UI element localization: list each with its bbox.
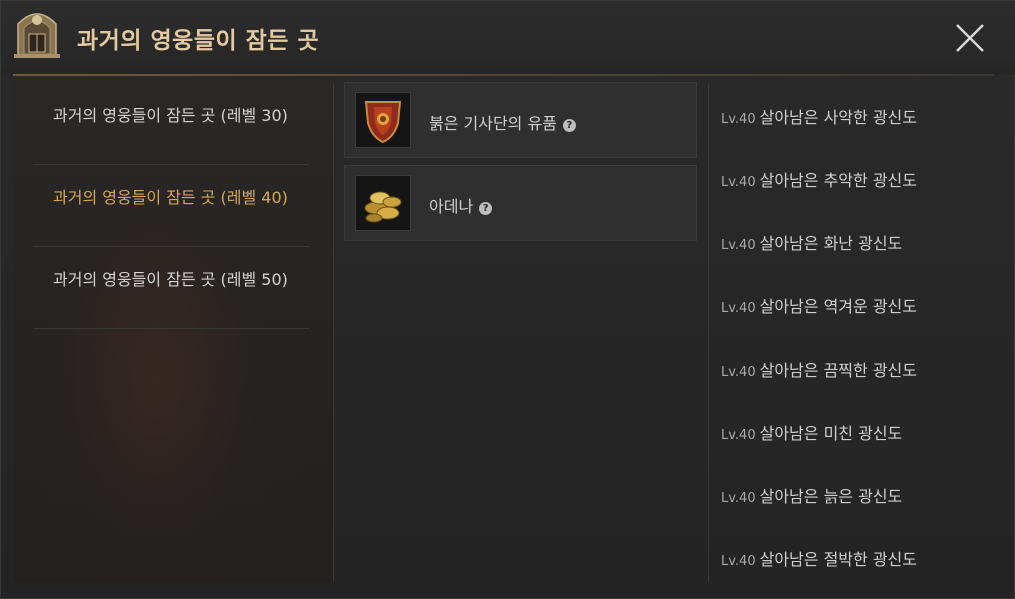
monster-name: 살아남은 화난 광신도: [759, 234, 903, 253]
close-icon[interactable]: [953, 21, 987, 55]
monster-entry: Lv.40 살아남은 끔찍한 광신도: [721, 357, 1001, 381]
monster-entry: Lv.40 살아남은 늙은 광신도: [721, 483, 1001, 507]
monster-entry: Lv.40 살아남은 사악한 광신도: [721, 104, 1001, 128]
monster-entry: Lv.40 살아남은 추악한 광신도: [721, 167, 1001, 191]
header: 과거의 영웅들이 잠든 곳: [1, 1, 1015, 76]
dungeon-item-label: 과거의 영웅들이 잠든 곳 (레벨 50): [53, 270, 288, 289]
dungeon-info-window: 과거의 영웅들이 잠든 곳 과거의 영웅들이 잠든 곳 (레벨 30) 과거의 …: [0, 0, 1015, 599]
monster-level: Lv.40: [721, 112, 756, 127]
reward-thumbnail: [355, 92, 411, 148]
monster-name: 살아남은 절박한 광신도: [759, 550, 917, 569]
monster-entry: Lv.40 살아남은 미친 광신도: [721, 420, 1001, 444]
monster-level: Lv.40: [721, 491, 756, 506]
column-divider: [333, 83, 334, 581]
monster-level: Lv.40: [721, 238, 756, 253]
dungeon-item-level-40[interactable]: 과거의 영웅들이 잠든 곳 (레벨 40): [33, 165, 309, 247]
monster-entry: Lv.40 살아남은 절박한 광신도: [721, 546, 1001, 570]
info-icon[interactable]: ?: [562, 119, 576, 132]
monster-level: Lv.40: [721, 175, 756, 190]
monster-name: 살아남은 추악한 광신도: [759, 171, 917, 190]
shield-icon: [364, 101, 402, 144]
reward-thumbnail: [355, 175, 411, 231]
monster-level: Lv.40: [721, 301, 756, 316]
dungeon-item-label: 과거의 영웅들이 잠든 곳 (레벨 40): [53, 188, 288, 207]
monster-name: 살아남은 사악한 광신도: [759, 108, 917, 127]
monster-name: 살아남은 역겨운 광신도: [759, 297, 917, 316]
dungeon-item-level-50[interactable]: 과거의 영웅들이 잠든 곳 (레벨 50): [33, 247, 309, 329]
coins-icon: [364, 191, 402, 223]
reward-name: 붉은 기사단의 유품: [429, 114, 557, 133]
dungeon-item-label: 과거의 영웅들이 잠든 곳 (레벨 30): [53, 106, 288, 125]
info-icon[interactable]: ?: [479, 202, 493, 215]
header-divider: [13, 74, 994, 76]
monster-name: 살아남은 끔찍한 광신도: [759, 361, 917, 380]
dungeon-item-level-30[interactable]: 과거의 영웅들이 잠든 곳 (레벨 30): [33, 83, 309, 165]
dungeon-list-panel: 과거의 영웅들이 잠든 곳 (레벨 30) 과거의 영웅들이 잠든 곳 (레벨 …: [13, 77, 333, 582]
monster-name: 살아남은 늙은 광신도: [759, 487, 903, 506]
monster-level: Lv.40: [721, 365, 756, 380]
column-divider: [708, 83, 709, 581]
reward-name: 아데나: [429, 197, 474, 216]
monster-level: Lv.40: [721, 554, 756, 569]
monster-entry: Lv.40 살아남은 역겨운 광신도: [721, 293, 1001, 317]
dungeon-gate-icon: [14, 13, 60, 58]
reward-item[interactable]: 아데나?: [344, 165, 697, 241]
monster-level: Lv.40: [721, 428, 756, 443]
monster-name: 살아남은 미친 광신도: [759, 424, 903, 443]
reward-item[interactable]: 붉은 기사단의 유품?: [344, 82, 697, 158]
monster-entry: Lv.40 살아남은 화난 광신도: [721, 230, 1001, 254]
page-title: 과거의 영웅들이 잠든 곳: [77, 28, 320, 54]
